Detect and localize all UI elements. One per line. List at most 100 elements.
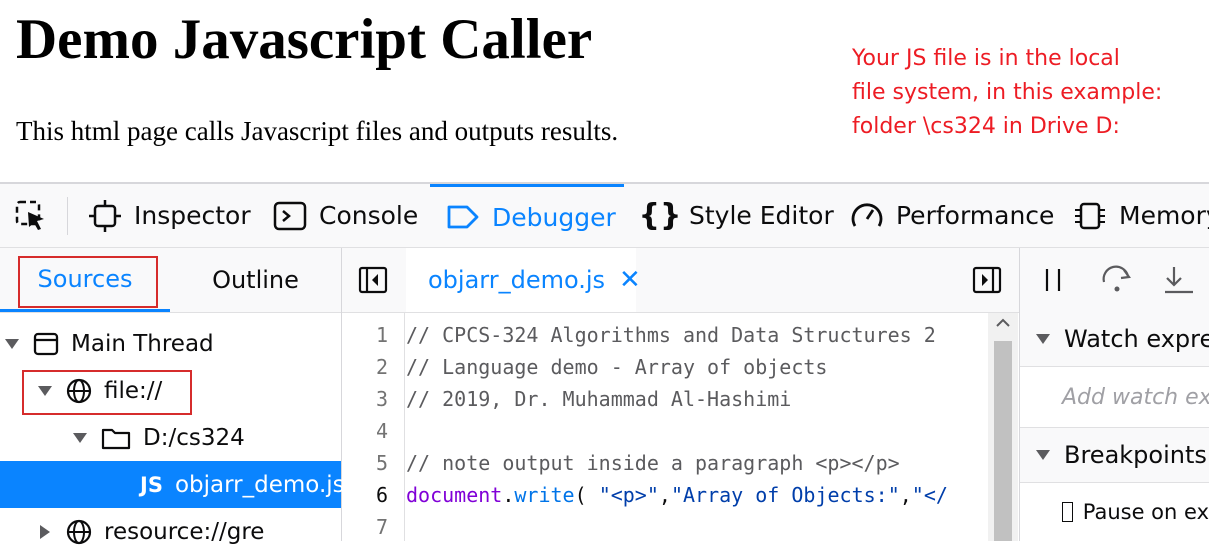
breakpoints-header[interactable]: Breakpoints bbox=[1020, 428, 1209, 483]
tree-item-folder[interactable]: D:/cs324 bbox=[0, 414, 341, 461]
tree-item-label: Main Thread bbox=[71, 330, 214, 357]
code-token: "</ bbox=[911, 483, 948, 507]
annotation-note: Your JS file is in the local file system… bbox=[852, 42, 1162, 144]
tab-label: Performance bbox=[896, 201, 1055, 230]
folder-icon bbox=[101, 426, 131, 450]
step-in-button[interactable] bbox=[1162, 264, 1196, 296]
code-text: document.write( "<p>","Array of Objects:… bbox=[398, 483, 948, 507]
code-text: // CPCS-324 Algorithms and Data Structur… bbox=[406, 323, 936, 347]
code-line[interactable]: 5 // note output inside a paragraph <p></… bbox=[342, 447, 987, 479]
code-text: // Language demo - Array of objects bbox=[406, 355, 828, 379]
code-line[interactable]: 1 // CPCS-324 Algorithms and Data Structu… bbox=[342, 319, 987, 351]
js-file-icon: JS bbox=[140, 472, 163, 497]
tree-item-label: resource://gre bbox=[104, 518, 265, 545]
tab-label: Outline bbox=[212, 266, 299, 294]
checkbox-label: Pause on ex bbox=[1082, 500, 1209, 524]
debugger-icon bbox=[446, 200, 480, 234]
tab-debugger[interactable]: Debugger bbox=[430, 184, 624, 247]
editor-scrollbar[interactable] bbox=[988, 313, 1018, 541]
page-intro: This html page calls Javascript files an… bbox=[16, 116, 619, 146]
code-token: ( bbox=[574, 483, 599, 507]
code-token: . bbox=[502, 483, 515, 507]
step-over-button[interactable] bbox=[1100, 264, 1134, 294]
section-title: Breakpoints bbox=[1064, 441, 1207, 469]
editor-tab-file[interactable]: objarr_demo.js ✕ bbox=[406, 248, 641, 312]
tab-style-editor[interactable]: {} Style Editor bbox=[638, 184, 834, 247]
line-number[interactable]: 1 bbox=[342, 323, 398, 347]
memory-icon bbox=[1073, 199, 1107, 233]
tab-outline[interactable]: Outline bbox=[170, 248, 341, 312]
watch-placeholder: Add watch exp bbox=[1062, 384, 1209, 410]
annotation-line: file system, in this example: bbox=[852, 80, 1163, 105]
editor-tab-label: objarr_demo.js bbox=[428, 265, 606, 294]
scroll-up-icon[interactable] bbox=[988, 313, 1018, 333]
chevron-down-icon bbox=[5, 338, 19, 349]
line-number[interactable]: 5 bbox=[342, 451, 398, 475]
style-editor-icon: {} bbox=[638, 198, 682, 233]
devtools-panel: Inspector Console Debugger {} Style Edit… bbox=[0, 182, 1209, 545]
highlight-box bbox=[22, 370, 192, 415]
tree-item-file[interactable]: JS objarr_demo.js bbox=[0, 461, 345, 508]
code-line[interactable]: 2 // Language demo - Array of objects bbox=[342, 351, 987, 383]
pause-on-exceptions-checkbox[interactable] bbox=[1062, 502, 1073, 522]
toggle-sources-button[interactable] bbox=[358, 265, 388, 295]
globe-icon bbox=[66, 519, 92, 545]
tab-label: Console bbox=[319, 201, 419, 230]
line-number[interactable]: 7 bbox=[342, 515, 398, 539]
code-token: , bbox=[899, 483, 912, 507]
tab-console[interactable]: Console bbox=[273, 184, 418, 247]
line-number[interactable]: 3 bbox=[342, 387, 398, 411]
line-number[interactable]: 4 bbox=[342, 419, 398, 443]
code-text: // 2019, Dr. Muhammad Al-Hashimi bbox=[406, 387, 792, 411]
window-icon bbox=[33, 332, 59, 356]
tree-item-main-thread[interactable]: Main Thread bbox=[0, 320, 341, 367]
chevron-right-icon bbox=[40, 524, 50, 539]
toolbar-divider bbox=[67, 197, 68, 235]
line-number[interactable]: 2 bbox=[342, 355, 398, 379]
code-token: document bbox=[406, 483, 503, 507]
toggle-scopes-button[interactable] bbox=[972, 265, 1002, 295]
watch-expressions-header[interactable]: Watch expres bbox=[1020, 312, 1209, 367]
console-icon bbox=[273, 199, 307, 233]
sources-panel: Sources Outline Main Thread file:// D:/c… bbox=[0, 248, 345, 545]
code-token: "Array of Objects:" bbox=[670, 483, 900, 507]
code-token: "<p>" bbox=[598, 483, 659, 507]
scrollbar-thumb[interactable] bbox=[994, 341, 1012, 541]
sources-tabs: Sources Outline bbox=[0, 248, 341, 313]
devtools-toolbar: Inspector Console Debugger {} Style Edit… bbox=[0, 184, 1209, 248]
tab-label: Memory bbox=[1119, 201, 1209, 230]
performance-icon bbox=[850, 199, 884, 233]
code-line[interactable]: 6 document.write( "<p>","Array of Objects… bbox=[342, 479, 987, 511]
source-editor: objarr_demo.js ✕ 1 // CPCS-324 Algorithms… bbox=[342, 248, 1020, 541]
tree-item-label: D:/cs324 bbox=[143, 424, 245, 451]
pause-button[interactable] bbox=[1042, 266, 1064, 294]
code-token: ( "<p>","Array of Objects:","</ bbox=[575, 483, 948, 507]
code-token: , bbox=[658, 483, 671, 507]
tab-inspector[interactable]: Inspector bbox=[88, 184, 251, 247]
line-number[interactable]: 6 bbox=[342, 483, 398, 507]
pause-on-exceptions-row[interactable]: Pause on ex bbox=[1020, 483, 1209, 541]
code-line[interactable]: 4 bbox=[342, 415, 987, 447]
code-line[interactable]: 7 bbox=[342, 511, 987, 543]
editor-tabs: objarr_demo.js ✕ bbox=[342, 248, 1019, 313]
tab-memory[interactable]: Memory bbox=[1073, 184, 1209, 247]
chevron-down-icon bbox=[1036, 334, 1050, 344]
code-line[interactable]: 3 // 2019, Dr. Muhammad Al-Hashimi bbox=[342, 383, 987, 415]
add-watch-input[interactable]: Add watch exp bbox=[1020, 367, 1209, 428]
page-title: Demo Javascript Caller bbox=[16, 8, 593, 71]
annotation-line: Your JS file is in the local bbox=[852, 46, 1120, 71]
close-icon[interactable]: ✕ bbox=[619, 265, 641, 295]
pick-element-icon bbox=[14, 199, 48, 233]
debugger-controls bbox=[1020, 248, 1209, 313]
debugger-sidebar: Watch expres Add watch exp Breakpoints P… bbox=[1020, 248, 1209, 541]
tree-item-resource[interactable]: resource://gre bbox=[0, 508, 341, 555]
code-text: // note output inside a paragraph <p></p… bbox=[406, 451, 900, 475]
inspector-icon bbox=[88, 199, 122, 233]
tab-performance[interactable]: Performance bbox=[850, 184, 1054, 247]
highlight-box bbox=[18, 256, 158, 308]
tab-label: Debugger bbox=[492, 202, 616, 232]
code-token: write bbox=[514, 483, 575, 507]
pick-element-button[interactable] bbox=[14, 184, 60, 247]
chevron-down-icon bbox=[1036, 450, 1050, 460]
tab-label: Inspector bbox=[134, 201, 251, 230]
